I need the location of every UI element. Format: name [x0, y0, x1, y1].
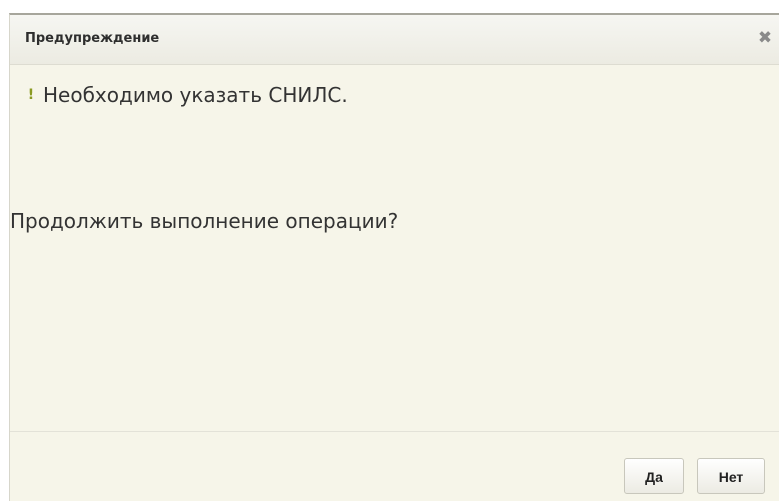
no-button[interactable]: Нет — [697, 458, 765, 494]
close-icon[interactable]: ✖ — [755, 28, 775, 48]
backdrop — [0, 0, 779, 13]
confirmation-question: Продолжить выполнение операции? — [10, 209, 399, 233]
dialog-footer: Да Нет — [10, 431, 779, 503]
yes-button[interactable]: Да — [624, 458, 684, 494]
dialog-titlebar: Предупреждение ✖ — [10, 15, 779, 65]
warning-message: ! Необходимо указать СНИЛС. — [25, 81, 348, 109]
warning-dialog: Предупреждение ✖ ! Необходимо указать СН… — [9, 13, 779, 501]
warning-text: Необходимо указать СНИЛС. — [43, 83, 348, 107]
dialog-title: Предупреждение — [25, 31, 160, 46]
exclamation-icon: ! — [27, 87, 35, 103]
